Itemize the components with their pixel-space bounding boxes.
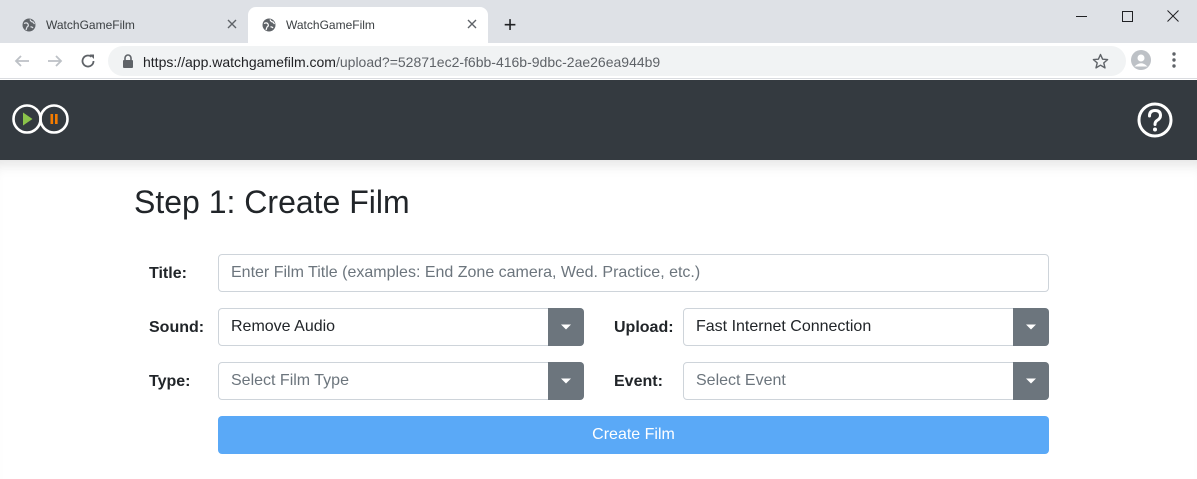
type-label: Type: (149, 373, 191, 390)
chevron-down-icon[interactable] (1013, 362, 1049, 400)
sound-label: Sound: (149, 319, 205, 336)
globe-icon (22, 18, 36, 32)
lock-icon (122, 54, 134, 68)
browser-tab[interactable]: WatchGameFilm (8, 7, 248, 43)
film-type-select[interactable]: Select Film Type (218, 362, 584, 400)
upload-select[interactable]: Fast Internet Connection (683, 308, 1049, 346)
event-select[interactable]: Select Event (683, 362, 1049, 400)
url-host: https://app.watchgamefilm.com (143, 54, 336, 70)
browser-toolbar: https://app.watchgamefilm.com/upload?=52… (0, 43, 1197, 79)
sound-select-value: Remove Audio (231, 318, 336, 335)
play-pause-logo-icon[interactable] (11, 101, 71, 137)
browser-menu-icon[interactable] (1167, 51, 1181, 69)
film-title-input[interactable] (218, 254, 1049, 292)
chevron-down-icon[interactable] (548, 362, 584, 400)
chevron-down-icon[interactable] (548, 308, 584, 346)
window-close-icon[interactable] (1150, 4, 1196, 28)
address-bar[interactable]: https://app.watchgamefilm.com/upload?=52… (108, 46, 1126, 76)
event-select-value: Select Event (696, 372, 786, 389)
url-text: https://app.watchgamefilm.com/upload?=52… (143, 54, 660, 70)
app-header (0, 80, 1197, 160)
main-content: Step 1: Create Film Title: Sound: Remove… (0, 160, 1197, 479)
bookmark-star-icon[interactable] (1092, 53, 1109, 70)
sound-select[interactable]: Remove Audio (218, 308, 584, 346)
chevron-down-icon[interactable] (1013, 308, 1049, 346)
upload-label: Upload: (614, 319, 674, 336)
film-type-select-value: Select Film Type (231, 372, 349, 389)
back-arrow-icon[interactable] (12, 51, 32, 71)
reload-icon[interactable] (78, 51, 98, 71)
tab-title: WatchGameFilm (46, 18, 135, 32)
browser-tab-active[interactable]: WatchGameFilm (248, 7, 488, 43)
event-label: Event: (614, 373, 663, 390)
forward-arrow-icon[interactable] (45, 51, 65, 71)
new-tab-button[interactable]: + (499, 14, 521, 36)
create-film-button[interactable]: Create Film (218, 416, 1049, 454)
profile-avatar-icon[interactable] (1131, 50, 1151, 70)
page-title: Step 1: Create Film (134, 184, 410, 220)
url-path: /upload?=52871ec2-f6bb-416b-9dbc-2ae26ea… (335, 54, 661, 70)
tab-title: WatchGameFilm (286, 18, 375, 32)
help-question-icon[interactable] (1136, 101, 1174, 139)
close-icon[interactable] (464, 17, 480, 33)
close-icon[interactable] (224, 17, 240, 33)
minimize-icon[interactable] (1058, 4, 1104, 28)
browser-tab-bar: WatchGameFilm WatchGameFilm + (0, 0, 1197, 43)
title-label: Title: (149, 265, 187, 282)
globe-icon (262, 18, 276, 32)
upload-select-value: Fast Internet Connection (696, 318, 872, 335)
maximize-icon[interactable] (1104, 4, 1150, 28)
